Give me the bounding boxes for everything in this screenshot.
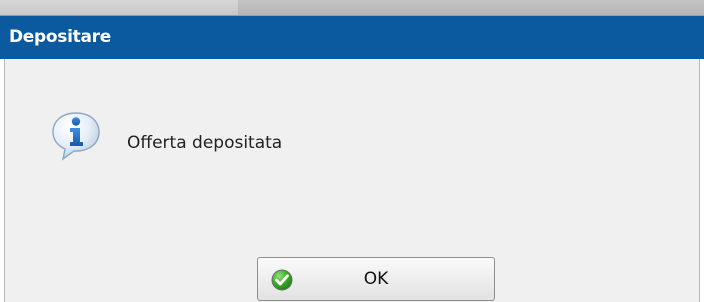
ok-button[interactable]: OK — [257, 257, 495, 301]
dialog-message: Offerta depositata — [127, 133, 283, 153]
message-dialog: Depositare Offerta depositata OK — [0, 16, 704, 302]
info-icon — [52, 112, 100, 161]
ok-button-label: OK — [363, 269, 389, 289]
dialog-right-border-line — [699, 59, 700, 302]
dialog-titlebar[interactable]: Depositare — [0, 16, 704, 59]
background-window-strip-highlight — [0, 0, 238, 16]
dialog-right-border — [699, 59, 704, 302]
dialog-left-border — [0, 59, 5, 302]
dialog-left-border-line — [4, 59, 5, 302]
background-window-strip — [0, 0, 704, 16]
dialog-title: Depositare — [9, 27, 111, 47]
